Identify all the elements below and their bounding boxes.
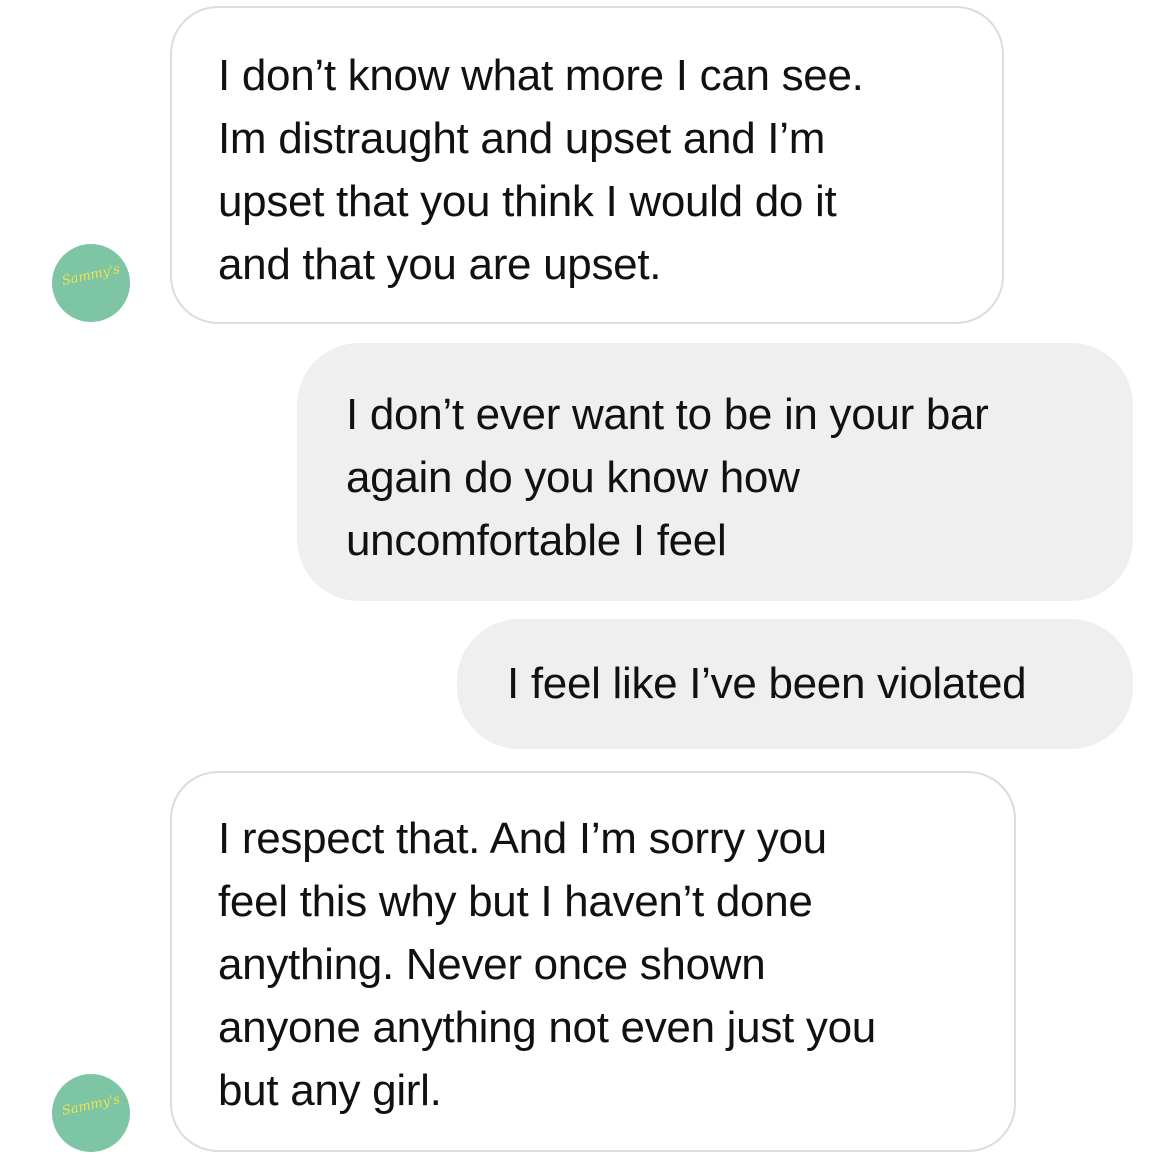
message-line: upset that you think I would do it [218,177,837,226]
message-line: Im distraught and upset and I’m [218,114,826,163]
contact-avatar[interactable]: Sammy's [52,244,130,322]
message-line: I respect that. And I’m sorry you [218,814,827,863]
message-line: anything. Never once shown [218,940,766,989]
incoming-message-bubble[interactable]: I respect that. And I’m sorry you feel t… [170,771,1016,1152]
message-line: I feel like I’ve been violated [507,659,1027,708]
avatar-logo-text: Sammy's [60,262,122,289]
message-line: I don’t know what more I can see. [218,51,864,100]
avatar-logo-text: Sammy's [60,1092,122,1119]
message-line: again do you know how [346,453,800,502]
message-line: but any girl. [218,1066,442,1115]
message-line: feel this why but I haven’t done [218,877,813,926]
message-line: and that you are upset. [218,240,662,289]
outgoing-message-bubble[interactable]: I don’t ever want to be in your bar agai… [297,343,1133,601]
chat-screen: { "contact": { "avatar_text": "Sammy's" … [0,0,1170,1170]
message-line: anyone anything not even just you [218,1003,876,1052]
incoming-message-bubble[interactable]: I don’t know what more I can see. Im dis… [170,6,1004,324]
contact-avatar[interactable]: Sammy's [52,1074,130,1152]
outgoing-message-bubble[interactable]: I feel like I’ve been violated [457,619,1133,749]
message-line: I don’t ever want to be in your bar [346,390,989,439]
message-line: uncomfortable I feel [346,516,727,565]
